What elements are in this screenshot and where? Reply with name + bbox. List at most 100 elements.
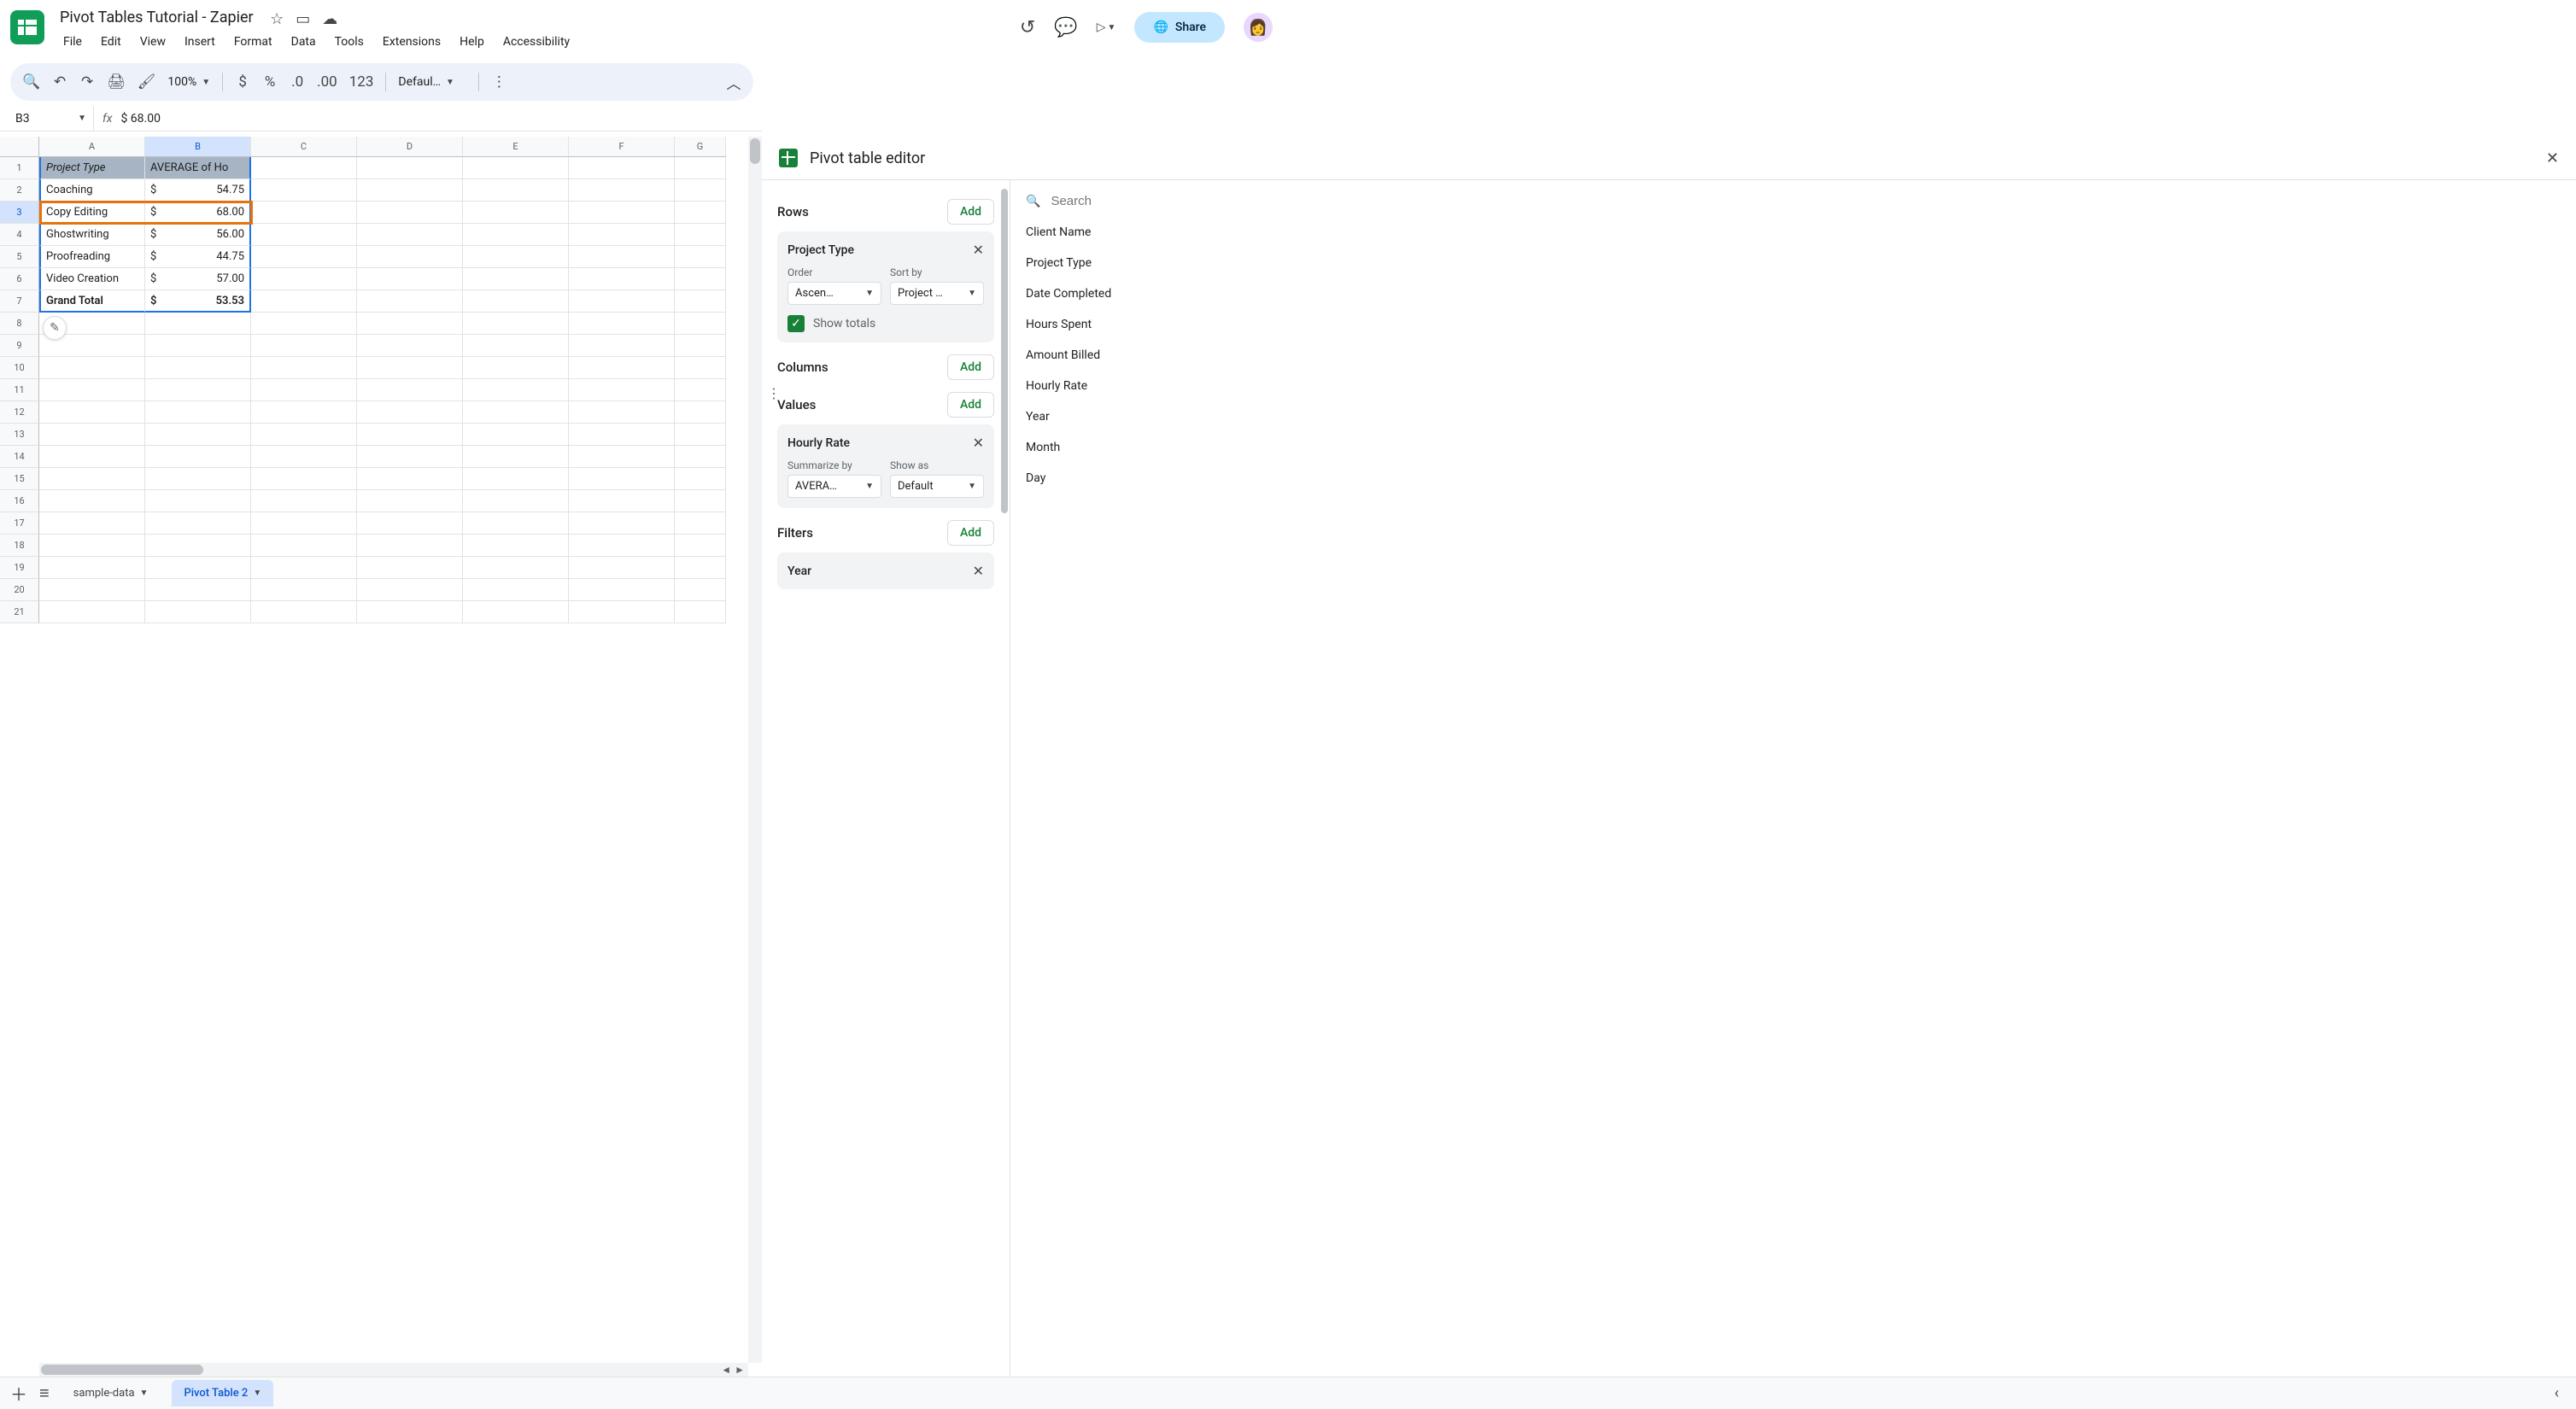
paint-format-icon[interactable]: 🖌 <box>138 73 156 91</box>
row-header[interactable]: 7 <box>0 290 39 313</box>
row-header[interactable]: 12 <box>0 401 39 424</box>
col-header-A[interactable]: A <box>39 137 145 156</box>
cell[interactable] <box>569 579 675 601</box>
cell[interactable] <box>675 268 726 290</box>
cell[interactable] <box>569 202 675 224</box>
increase-decimal-button[interactable]: .00 <box>317 73 337 91</box>
cell[interactable] <box>463 557 569 579</box>
field-item[interactable]: Month <box>1010 432 2576 463</box>
cell[interactable] <box>569 246 675 268</box>
add-rows-button[interactable]: Add <box>947 199 994 225</box>
col-header-B[interactable]: B <box>145 137 251 156</box>
explore-button[interactable]: ‹ <box>2555 1384 2566 1402</box>
vertical-scrollbar[interactable] <box>748 137 762 1363</box>
cell[interactable] <box>145 424 251 446</box>
more-toolbar-icon[interactable]: ⋮ <box>491 73 506 91</box>
menu-file[interactable]: File <box>55 32 91 52</box>
remove-rows-card-icon[interactable]: ✕ <box>973 242 984 258</box>
cell[interactable] <box>39 490 145 512</box>
order-dropdown[interactable]: Ascen… ▼ <box>787 282 881 305</box>
sheets-logo[interactable] <box>10 10 44 44</box>
cell[interactable] <box>463 401 569 424</box>
cell[interactable] <box>251 224 357 246</box>
cell[interactable] <box>463 535 569 557</box>
edit-pivot-button[interactable]: ✎ <box>43 316 67 340</box>
cell[interactable] <box>39 579 145 601</box>
cell[interactable] <box>39 379 145 401</box>
cell[interactable] <box>251 490 357 512</box>
cell[interactable] <box>145 579 251 601</box>
summarize-dropdown[interactable]: AVERA… ▼ <box>787 475 881 498</box>
cell[interactable] <box>569 446 675 468</box>
cell[interactable]: Copy Editing <box>39 202 145 224</box>
field-search-input[interactable] <box>1051 194 2561 208</box>
cell[interactable] <box>675 313 726 335</box>
cell[interactable] <box>463 468 569 490</box>
cell[interactable] <box>463 446 569 468</box>
cell[interactable] <box>675 401 726 424</box>
row-header[interactable]: 11 <box>0 379 39 401</box>
sidebar-scrollbar-thumb[interactable] <box>1001 189 1008 513</box>
cell[interactable] <box>251 424 357 446</box>
cell[interactable] <box>569 157 675 179</box>
star-icon[interactable]: ☆ <box>270 10 284 28</box>
cell[interactable] <box>357 424 463 446</box>
cell[interactable] <box>463 246 569 268</box>
row-header[interactable]: 17 <box>0 512 39 535</box>
cell[interactable] <box>675 357 726 379</box>
cell[interactable] <box>251 290 357 313</box>
zoom-select[interactable]: 100% ▼ <box>167 75 210 89</box>
cell[interactable] <box>675 179 726 202</box>
row-header[interactable]: 1 <box>0 157 39 179</box>
cell[interactable] <box>357 446 463 468</box>
cell[interactable] <box>251 357 357 379</box>
cell[interactable] <box>357 557 463 579</box>
row-header[interactable]: 15 <box>0 468 39 490</box>
cell[interactable] <box>145 468 251 490</box>
formula-value[interactable]: $ 68.00 <box>120 112 762 126</box>
field-item[interactable]: Year <box>1010 401 2576 432</box>
cloud-saved-icon[interactable]: ☁ <box>322 10 337 28</box>
cell[interactable] <box>145 490 251 512</box>
cell[interactable] <box>357 157 463 179</box>
select-all-corner[interactable] <box>0 137 39 157</box>
cell[interactable] <box>569 601 675 623</box>
col-header-G[interactable]: G <box>675 137 726 156</box>
cell[interactable] <box>357 268 463 290</box>
redo-icon[interactable]: ↷ <box>79 73 95 91</box>
cell[interactable] <box>251 601 357 623</box>
cell[interactable] <box>463 157 569 179</box>
cell[interactable] <box>251 512 357 535</box>
cell[interactable] <box>39 557 145 579</box>
cell[interactable] <box>463 357 569 379</box>
add-sheet-button[interactable]: ＋ <box>10 1381 27 1406</box>
scrollbar-thumb[interactable] <box>750 138 760 164</box>
row-header[interactable]: 9 <box>0 335 39 357</box>
cell[interactable] <box>145 335 251 357</box>
percent-format-button[interactable]: % <box>262 73 278 91</box>
cell[interactable] <box>569 335 675 357</box>
field-item[interactable]: Day <box>1010 463 2576 494</box>
cell[interactable] <box>569 357 675 379</box>
cell[interactable]: Video Creation <box>39 268 145 290</box>
cell[interactable] <box>145 535 251 557</box>
cell[interactable] <box>357 290 463 313</box>
spreadsheet-grid[interactable]: A B C D E F G 1 Project Type AVERAGE of … <box>0 137 762 1377</box>
cell[interactable] <box>675 157 726 179</box>
row-header[interactable]: 4 <box>0 224 39 246</box>
menu-accessibility[interactable]: Accessibility <box>495 32 578 52</box>
add-values-button[interactable]: Add <box>947 392 994 418</box>
cell[interactable] <box>463 512 569 535</box>
row-header[interactable]: 2 <box>0 179 39 202</box>
row-header[interactable]: 19 <box>0 557 39 579</box>
cell[interactable] <box>569 224 675 246</box>
pivot-header-cell[interactable]: Project Type <box>39 157 145 179</box>
cell[interactable] <box>675 379 726 401</box>
cell[interactable] <box>463 490 569 512</box>
add-filters-button[interactable]: Add <box>947 520 994 546</box>
undo-icon[interactable]: ↶ <box>52 73 67 91</box>
cell[interactable] <box>675 246 726 268</box>
cell[interactable] <box>675 601 726 623</box>
cell[interactable] <box>251 579 357 601</box>
close-icon[interactable]: ✕ <box>2546 149 2559 167</box>
